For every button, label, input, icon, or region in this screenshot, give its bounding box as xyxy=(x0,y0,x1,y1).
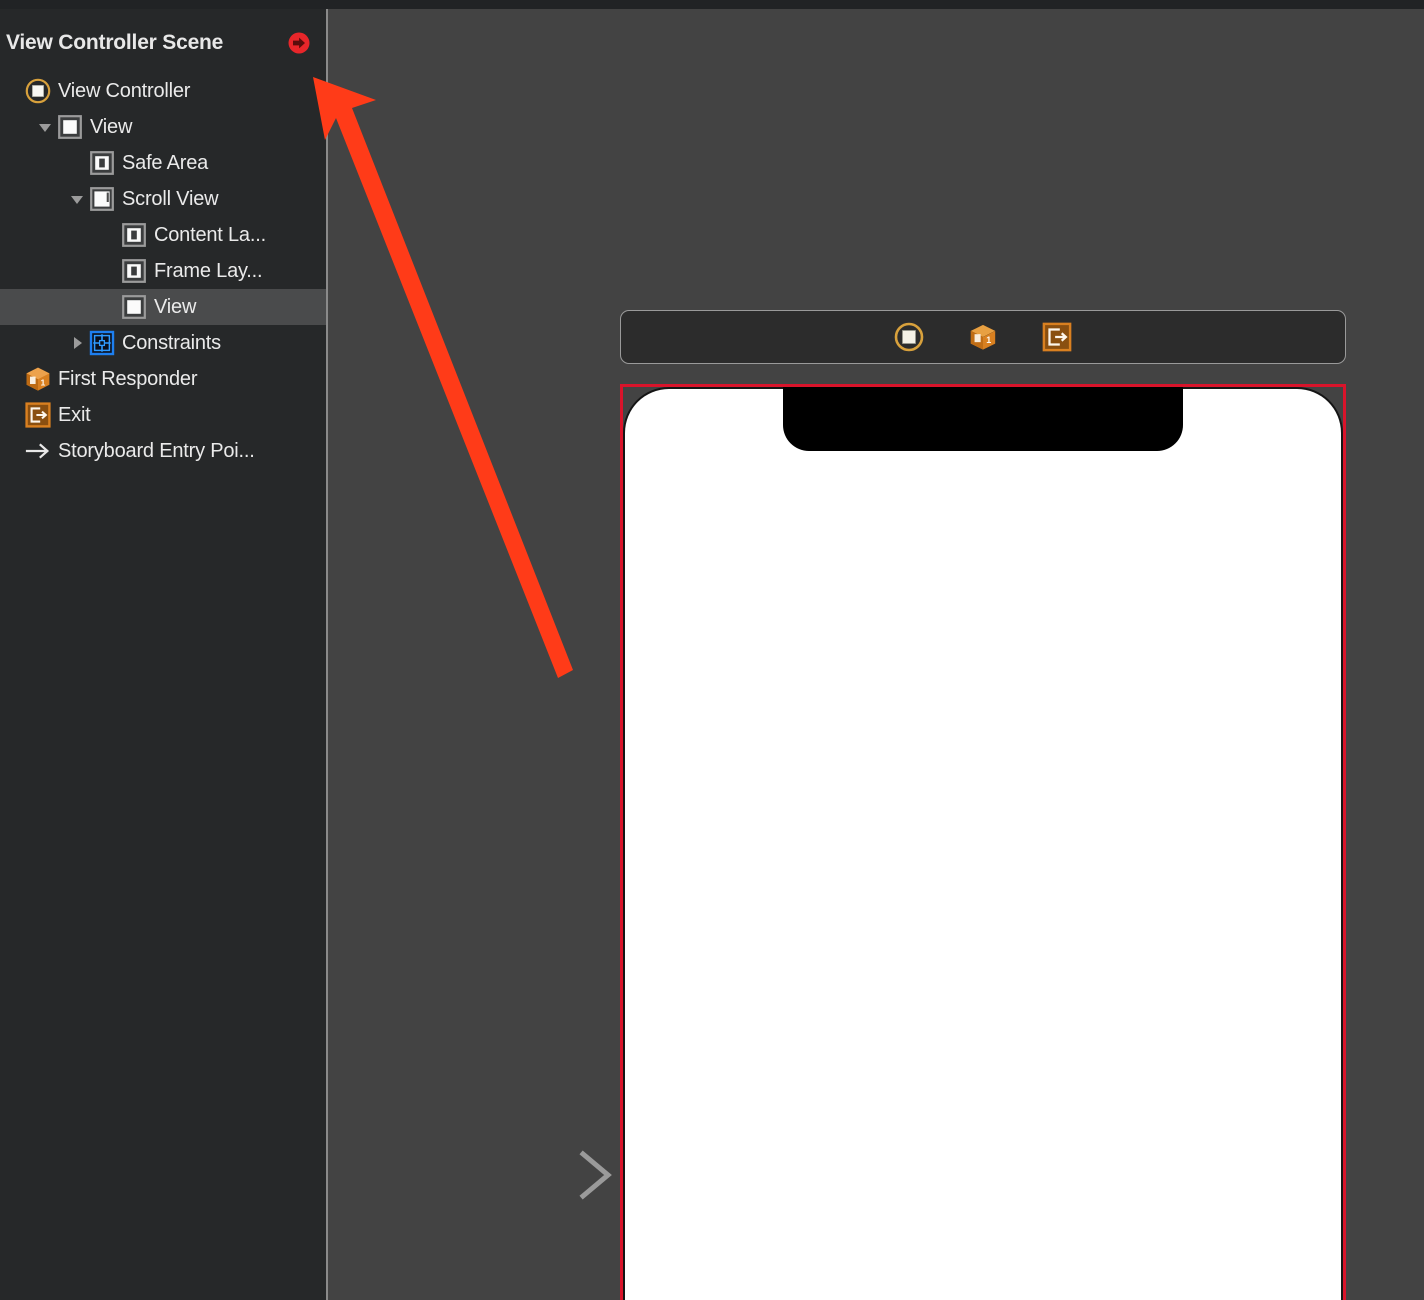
outline-row-label: Scroll View xyxy=(122,187,219,210)
device-screen[interactable] xyxy=(625,389,1341,1300)
exit-dock-icon[interactable] xyxy=(1040,320,1074,354)
outline-row-label: View xyxy=(90,115,133,138)
first-responder-icon: 1 xyxy=(24,365,52,393)
disclosure-spacer xyxy=(2,368,24,390)
view-controller-dock-icon[interactable] xyxy=(892,320,926,354)
storyboard-entry-point-arrow xyxy=(446,1134,626,1214)
outline-row-label: View xyxy=(154,295,197,318)
chevron-right-icon[interactable] xyxy=(66,332,88,354)
outline-row[interactable]: Constraints xyxy=(0,325,326,361)
outline-row[interactable]: View xyxy=(0,289,326,325)
outline-row-label: Safe Area xyxy=(122,151,209,174)
layout-guide-icon xyxy=(120,257,148,285)
disclosure-spacer xyxy=(2,440,24,462)
outline-row[interactable]: 1 First Responder xyxy=(0,361,326,397)
outline-row-label: Storyboard Entry Poi... xyxy=(58,439,255,462)
storyboard-entry-point-badge-icon[interactable] xyxy=(288,32,310,54)
outline-row-label: Frame Lay... xyxy=(154,259,263,282)
view-icon xyxy=(56,113,84,141)
row-indent xyxy=(0,271,98,272)
disclosure-spacer xyxy=(98,224,120,246)
outline-row[interactable]: Scroll View xyxy=(0,181,326,217)
storyboard-canvas[interactable]: 1 xyxy=(328,9,1424,1300)
view-controller-device[interactable] xyxy=(620,384,1346,1300)
outline-row-label: Content La... xyxy=(154,223,266,246)
scene-dock: 1 xyxy=(620,310,1346,364)
view-controller-icon xyxy=(24,77,52,105)
disclosure-spacer xyxy=(98,296,120,318)
first-responder-dock-icon[interactable]: 1 xyxy=(966,320,1000,354)
page-title: View Controller Scene xyxy=(6,31,224,54)
row-indent xyxy=(0,343,66,344)
window-top-strip xyxy=(0,0,1424,9)
exit-icon xyxy=(24,401,52,429)
scroll-view-icon xyxy=(88,185,116,213)
constraints-icon xyxy=(88,329,116,357)
outline-row-label: Exit xyxy=(58,403,91,426)
row-indent xyxy=(0,199,66,200)
chevron-down-icon[interactable] xyxy=(34,116,56,138)
row-indent xyxy=(0,163,66,164)
disclosure-spacer xyxy=(2,404,24,426)
outline-tree: View Controller View Safe Area Scroll View C… xyxy=(0,73,326,469)
outline-row[interactable]: Content La... xyxy=(0,217,326,253)
entry-point-arrow-icon xyxy=(24,437,52,465)
outline-row[interactable]: Safe Area xyxy=(0,145,326,181)
view-icon xyxy=(120,293,148,321)
outline-row-label: First Responder xyxy=(58,367,198,390)
scene-header: View Controller Scene xyxy=(0,23,326,63)
row-indent xyxy=(0,127,34,128)
svg-text:1: 1 xyxy=(986,335,991,345)
layout-guide-icon xyxy=(88,149,116,177)
outline-row-label: Constraints xyxy=(122,331,221,354)
device-notch xyxy=(783,387,1183,451)
outline-row[interactable]: Frame Lay... xyxy=(0,253,326,289)
disclosure-spacer xyxy=(66,152,88,174)
outline-row[interactable]: Storyboard Entry Poi... xyxy=(0,433,326,469)
outline-row[interactable]: View Controller xyxy=(0,73,326,109)
document-outline-sidebar: View Controller Scene View Controller Vie… xyxy=(0,9,326,1300)
layout-guide-icon xyxy=(120,221,148,249)
outline-row[interactable]: View xyxy=(0,109,326,145)
disclosure-spacer xyxy=(98,260,120,282)
outline-row[interactable]: Exit xyxy=(0,397,326,433)
chevron-down-icon[interactable] xyxy=(66,188,88,210)
row-indent xyxy=(0,235,98,236)
device-body xyxy=(623,387,1343,1300)
outline-row-label: View Controller xyxy=(58,79,191,102)
svg-text:1: 1 xyxy=(41,378,46,388)
disclosure-spacer xyxy=(2,80,24,102)
row-indent xyxy=(0,307,98,308)
